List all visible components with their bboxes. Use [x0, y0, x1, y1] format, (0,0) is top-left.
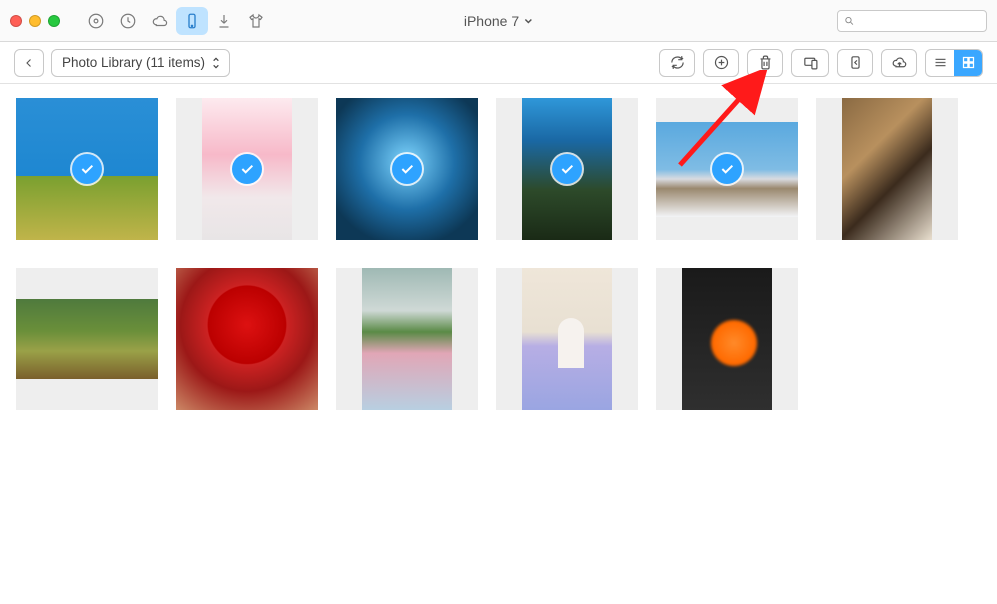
photo-thumbnail[interactable]	[336, 98, 478, 240]
download-icon[interactable]	[208, 7, 240, 35]
chevron-down-icon	[523, 16, 533, 26]
selected-check-icon	[72, 154, 102, 184]
add-button[interactable]	[703, 49, 739, 77]
to-cloud-icon	[891, 54, 908, 71]
window-zoom-button[interactable]	[48, 15, 60, 27]
search-field[interactable]	[837, 10, 987, 32]
device-name-label: iPhone 7	[464, 13, 519, 29]
window-minimize-button[interactable]	[29, 15, 41, 27]
list-icon	[933, 55, 948, 70]
category-icons	[80, 7, 272, 35]
selected-check-icon	[232, 154, 262, 184]
to-cloud-button[interactable]	[881, 49, 917, 77]
delete-button[interactable]	[747, 49, 783, 77]
to-device-icon	[802, 54, 819, 71]
search-icon	[844, 15, 855, 27]
selected-check-icon	[552, 154, 582, 184]
photo-thumbnail[interactable]	[336, 268, 478, 410]
history-icon[interactable]	[112, 7, 144, 35]
photo-thumbnail[interactable]	[16, 98, 158, 240]
list-view-button[interactable]	[926, 50, 954, 76]
to-device-button[interactable]	[791, 49, 829, 77]
grid-icon	[961, 55, 976, 70]
library-selector[interactable]: Photo Library (11 items)	[51, 49, 230, 77]
grid-view-button[interactable]	[954, 50, 982, 76]
photo-thumbnail[interactable]	[496, 98, 638, 240]
photo-grid	[0, 84, 997, 424]
top-toolbar: iPhone 7	[0, 0, 997, 42]
window-close-button[interactable]	[10, 15, 22, 27]
photo-thumbnail[interactable]	[16, 268, 158, 410]
to-mac-button[interactable]	[837, 49, 873, 77]
photo-thumbnail[interactable]	[176, 268, 318, 410]
sub-toolbar: Photo Library (11 items)	[0, 42, 997, 84]
updown-icon	[211, 56, 221, 70]
selected-check-icon	[712, 154, 742, 184]
search-input[interactable]	[859, 14, 980, 28]
photo-thumbnail[interactable]	[656, 98, 798, 240]
trash-icon	[757, 54, 774, 71]
refresh-icon	[669, 54, 686, 71]
to-mac-icon	[847, 54, 864, 71]
phone-icon[interactable]	[176, 7, 208, 35]
refresh-button[interactable]	[659, 49, 695, 77]
photo-thumbnail[interactable]	[656, 268, 798, 410]
device-title[interactable]: iPhone 7	[464, 13, 533, 29]
photo-thumbnail[interactable]	[496, 268, 638, 410]
action-buttons	[659, 49, 983, 77]
photo-thumbnail[interactable]	[176, 98, 318, 240]
add-icon	[713, 54, 730, 71]
window-traffic-lights	[10, 15, 60, 27]
tshirt-icon[interactable]	[240, 7, 272, 35]
photo-thumbnail[interactable]	[816, 98, 958, 240]
back-button[interactable]	[14, 49, 44, 77]
library-selector-label: Photo Library (11 items)	[62, 55, 205, 70]
selected-check-icon	[392, 154, 422, 184]
cloud-icon[interactable]	[144, 7, 176, 35]
view-toggle	[925, 49, 983, 77]
chevron-left-icon	[23, 57, 35, 69]
music-icon[interactable]	[80, 7, 112, 35]
